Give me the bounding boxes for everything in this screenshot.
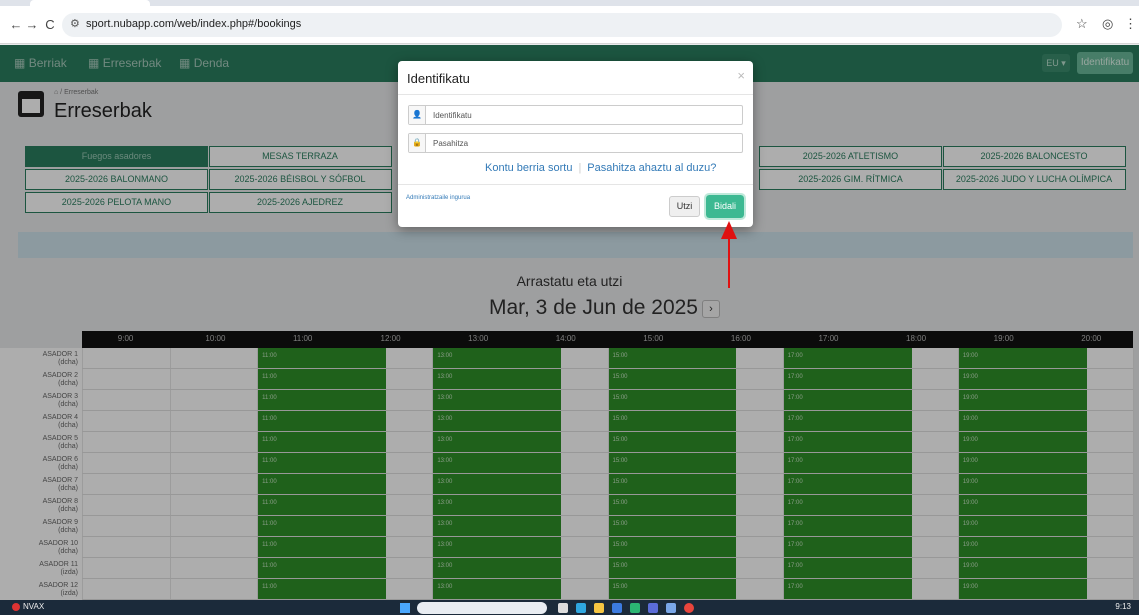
excel-icon[interactable]: [630, 603, 640, 613]
menu-kebab-icon[interactable]: ⋮: [1124, 16, 1137, 32]
modal-divider: [398, 94, 753, 95]
user-icon: 👤: [409, 106, 426, 124]
app-icon[interactable]: [612, 603, 622, 613]
address-url: sport.nubapp.com/web/index.php#/bookings: [86, 18, 302, 30]
windows-start-icon[interactable]: [400, 603, 410, 613]
chrome-icon[interactable]: [684, 603, 694, 613]
settings-icon[interactable]: [666, 603, 676, 613]
link-separator: |: [578, 162, 582, 174]
forward-icon[interactable]: →: [22, 15, 42, 35]
weather-icon: [12, 602, 20, 611]
modal-footer-divider: [398, 184, 753, 185]
username-field[interactable]: 👤: [408, 105, 743, 125]
annotation-arrow-head: [721, 221, 737, 239]
register-link[interactable]: Kontu berria sortu: [485, 162, 572, 174]
close-icon[interactable]: ×: [737, 68, 745, 83]
browser-toolbar: ← → C ⚙ sport.nubapp.com/web/index.php#/…: [0, 6, 1139, 44]
modal-links: Kontu berria sortu | Pasahitza ahaztu al d…: [485, 162, 716, 174]
site-info-icon[interactable]: ⚙: [70, 17, 80, 30]
modal-title: Identifikatu: [407, 71, 470, 86]
password-field[interactable]: 🔒: [408, 133, 743, 153]
annotation-arrow-line: [728, 238, 730, 288]
reload-icon[interactable]: C: [40, 15, 60, 35]
login-modal: Identifikatu × 👤 🔒 Kontu berria sortu | Pa…: [398, 61, 753, 227]
edge-icon[interactable]: [576, 603, 586, 613]
teams-icon[interactable]: [648, 603, 658, 613]
profile-icon[interactable]: ◎: [1102, 16, 1113, 32]
cancel-button[interactable]: Utzi: [669, 196, 700, 217]
taskbar-clock: 9:13: [1115, 602, 1131, 611]
taskview-icon[interactable]: [558, 603, 568, 613]
os-taskbar: NVAX 9:13: [0, 600, 1139, 615]
admin-link[interactable]: Administratzaile ingurua: [406, 195, 470, 201]
taskbar-search[interactable]: [417, 602, 547, 614]
password-input[interactable]: [433, 136, 733, 150]
username-input[interactable]: [433, 108, 733, 122]
folder-icon[interactable]: [594, 603, 604, 613]
submit-button[interactable]: Bidali: [704, 193, 746, 220]
lock-icon: 🔒: [409, 134, 426, 152]
forgot-password-link[interactable]: Pasahitza ahaztu al duzu?: [587, 162, 716, 174]
weather-widget[interactable]: NVAX: [12, 602, 44, 611]
address-bar[interactable]: ⚙ sport.nubapp.com/web/index.php#/bookin…: [62, 13, 1062, 37]
bookmark-star-icon[interactable]: ☆: [1076, 16, 1088, 32]
